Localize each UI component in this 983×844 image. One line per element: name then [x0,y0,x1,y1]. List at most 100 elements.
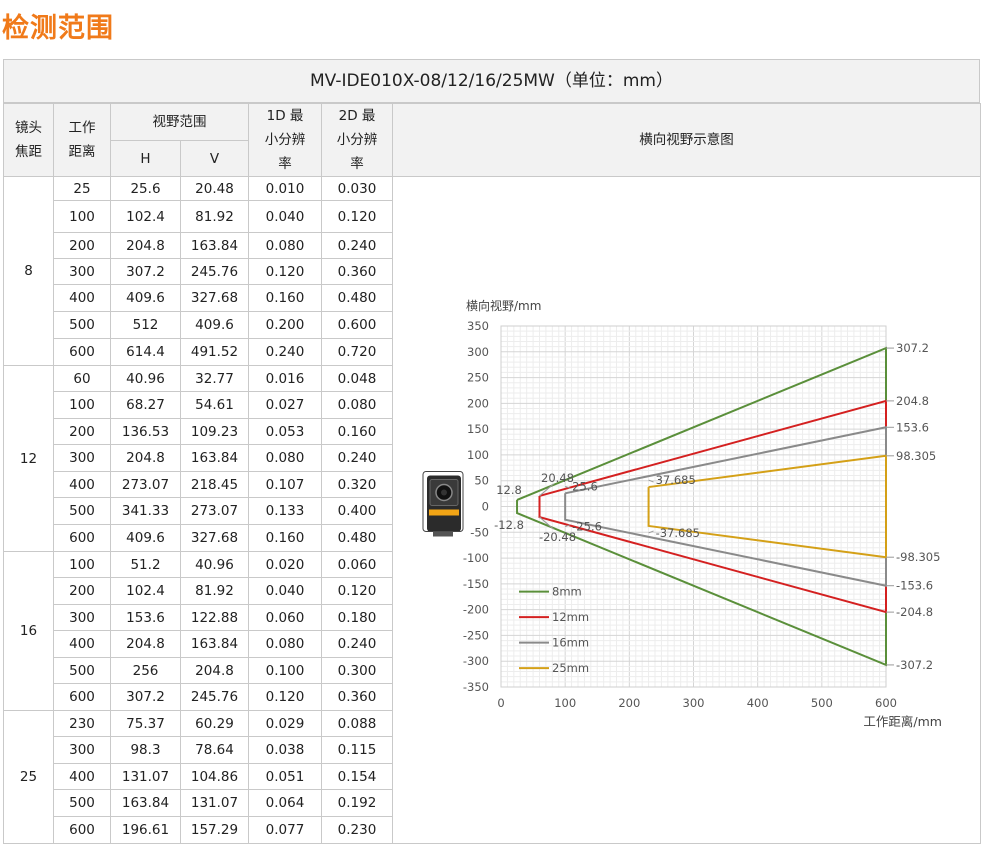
y-tick-label: -200 [463,603,489,617]
v-cell: 327.68 [180,284,249,312]
v-cell: 81.92 [180,577,249,605]
legend-label: 25mm [552,661,589,675]
h-cell: 25.6 [110,176,181,201]
v-cell: 60.29 [180,710,249,737]
res1d-cell: 0.053 [248,418,322,445]
h-cell: 204.8 [110,630,181,658]
header-lens: 镜头焦距 [3,103,54,177]
res1d-cell: 0.080 [248,232,322,259]
v-cell: 20.48 [180,176,249,201]
h-cell: 98.3 [110,736,181,764]
header-h: H [110,140,181,177]
res2d-cell: 0.048 [321,365,393,392]
x-tick-label: 100 [554,696,576,710]
res2d-cell: 0.320 [321,471,393,498]
distance-cell: 60 [53,365,111,392]
res2d-cell: 0.180 [321,604,393,631]
lens-cell: 12 [3,365,54,552]
distance-cell: 100 [53,391,111,419]
y-tick-label: -100 [463,551,489,565]
distance-cell: 600 [53,683,111,711]
x-tick-label: 200 [618,696,640,710]
distance-cell: 400 [53,284,111,312]
h-cell: 409.6 [110,524,181,552]
y-tick-label: 100 [467,448,489,462]
distance-cell: 500 [53,311,111,339]
legend-label: 12mm [552,610,589,624]
spec-table: 镜头焦距 工作距离 视野范围 1D 最小分辨率 2D 最小分辨率 横向视野示意图… [3,102,981,844]
data-label: 204.8 [896,394,929,408]
legend-label: 16mm [552,636,589,650]
y-tick-label: 150 [467,422,489,436]
v-cell: 40.96 [180,551,249,578]
distance-cell: 100 [53,551,111,578]
v-cell: 157.29 [180,816,249,844]
h-cell: 131.07 [110,763,181,790]
data-label: -204.8 [896,605,933,619]
data-label: 98.305 [896,449,936,463]
res2d-cell: 0.230 [321,816,393,844]
res1d-cell: 0.133 [248,497,322,525]
h-cell: 102.4 [110,577,181,605]
res2d-cell: 0.480 [321,284,393,312]
lens-cell: 16 [3,551,54,711]
v-cell: 409.6 [180,311,249,339]
h-cell: 614.4 [110,338,181,366]
legend-label: 8mm [552,585,582,599]
h-cell: 75.37 [110,710,181,737]
v-cell: 104.86 [180,763,249,790]
page-title: 检测范围 [2,13,114,44]
distance-cell: 500 [53,657,111,684]
v-cell: 81.92 [180,200,249,233]
distance-cell: 25 [53,176,111,201]
data-label: 20.48 [541,471,574,485]
distance-cell: 500 [53,789,111,817]
distance-cell: 500 [53,497,111,525]
x-tick-label: 400 [747,696,769,710]
camera-device-icon [422,471,464,537]
h-cell: 136.53 [110,418,181,445]
res2d-cell: 0.240 [321,630,393,658]
h-cell: 307.2 [110,258,181,285]
lens-cell: 8 [3,176,54,366]
res1d-cell: 0.160 [248,524,322,552]
x-axis-label: 工作距离/mm [863,714,942,729]
data-label: 307.2 [896,341,929,355]
header-distance-text: 工作距离 [68,120,96,160]
camera-part [429,509,459,516]
res2d-cell: 0.480 [321,524,393,552]
data-label: -12.8 [494,518,524,532]
distance-cell: 300 [53,444,111,472]
y-tick-label: 250 [467,371,489,385]
h-cell: 341.33 [110,497,181,525]
v-cell: 245.76 [180,683,249,711]
res1d-cell: 0.010 [248,176,322,201]
v-cell: 163.84 [180,444,249,472]
distance-cell: 200 [53,577,111,605]
res2d-cell: 0.300 [321,657,393,684]
v-cell: 163.84 [180,232,249,259]
data-label: -153.6 [896,579,933,593]
field-of-view-chart: 350300250200150100500-50-100-150-200-250… [422,298,942,729]
v-cell: 327.68 [180,524,249,552]
y-tick-label: 350 [467,319,489,333]
res2d-cell: 0.600 [321,311,393,339]
res1d-cell: 0.080 [248,630,322,658]
h-cell: 102.4 [110,200,181,233]
table-caption: MV-IDE010X-08/12/16/25MW（单位：mm） [3,59,980,103]
res1d-cell: 0.120 [248,683,322,711]
distance-cell: 400 [53,763,111,790]
data-label: 153.6 [896,420,929,434]
distance-cell: 600 [53,338,111,366]
res2d-cell: 0.360 [321,258,393,285]
y-tick-label: 300 [467,345,489,359]
y-tick-label: -350 [463,680,489,694]
res1d-cell: 0.016 [248,365,322,392]
v-cell: 218.45 [180,471,249,498]
h-cell: 256 [110,657,181,684]
v-cell: 491.52 [180,338,249,366]
data-label: -98.305 [896,550,940,564]
res1d-cell: 0.077 [248,816,322,844]
h-cell: 512 [110,311,181,339]
h-cell: 51.2 [110,551,181,578]
